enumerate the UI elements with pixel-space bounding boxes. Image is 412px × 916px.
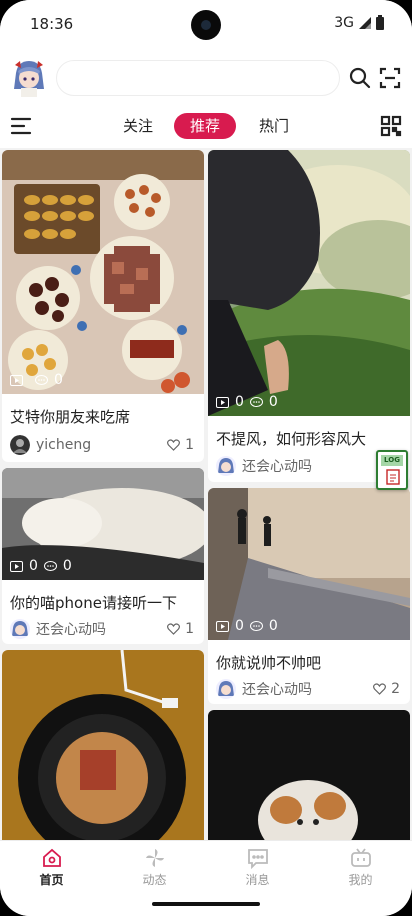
play-count: 0 xyxy=(29,558,38,574)
author-avatar xyxy=(216,456,236,476)
comment-count: 0 xyxy=(54,372,63,388)
front-camera xyxy=(191,10,221,40)
video-author[interactable]: 还会心动吗 xyxy=(216,679,312,699)
video-thumbnail[interactable]: 0 xyxy=(2,150,204,394)
feast-image xyxy=(2,150,204,394)
like-count: 1 xyxy=(185,621,194,637)
pinwheel-icon xyxy=(145,849,164,867)
home-icon xyxy=(42,848,61,867)
tab-follow[interactable]: 关注 xyxy=(116,113,160,139)
video-title[interactable]: 你就说帅不帅吧 xyxy=(216,652,321,673)
video-card[interactable] xyxy=(2,650,204,840)
like-count-area[interactable]: 1 xyxy=(167,437,194,453)
like-count: 2 xyxy=(391,681,400,697)
video-stats: 0 xyxy=(10,372,63,388)
top-header xyxy=(0,52,412,104)
video-thumbnail[interactable]: 0 0 xyxy=(2,468,204,580)
feed-tabs: 关注 推荐 热门 xyxy=(0,104,412,148)
status-time: 18:36 xyxy=(30,15,74,33)
comment-count: 0 xyxy=(62,558,72,574)
app-screen: 18:36 3G 关注 推荐 热门 0 艾特你朋友来吃席 yicheng 1 0… xyxy=(0,0,412,916)
video-title[interactable]: 你的喵phone请接听一下 xyxy=(10,592,177,613)
video-feed[interactable]: 0 艾特你朋友来吃席 yicheng 1 0 0 不提风，如何形容风大 还会心动… xyxy=(0,148,412,840)
author-avatar xyxy=(216,679,236,699)
search-input[interactable] xyxy=(56,60,340,96)
comment-count-icon xyxy=(35,374,48,385)
tab-hot[interactable]: 热门 xyxy=(252,113,296,139)
message-icon xyxy=(247,849,268,869)
video-author[interactable]: 还会心动吗 xyxy=(216,456,312,476)
video-stats: 0 0 xyxy=(10,558,72,574)
tab-recommend[interactable]: 推荐 xyxy=(174,113,236,139)
vinyl-record-image xyxy=(2,650,204,840)
document-icon xyxy=(386,469,400,485)
play-count: 0 xyxy=(235,618,244,634)
nav-profile-label: 我的 xyxy=(348,873,373,887)
video-card[interactable]: 0 0 你的喵phone请接听一下 还会心动吗 1 xyxy=(2,468,204,644)
log-label: LOG xyxy=(381,455,403,466)
network-type: 3G xyxy=(334,15,354,31)
nav-messages-label: 消息 xyxy=(245,873,270,887)
author-name: 还会心动吗 xyxy=(242,682,312,698)
nav-messages[interactable]: 消息 xyxy=(206,847,309,888)
windy-scene-image xyxy=(208,150,410,416)
video-card[interactable] xyxy=(208,710,410,840)
grid-layout-icon[interactable] xyxy=(380,115,402,137)
battery-icon xyxy=(376,14,384,30)
like-count: 1 xyxy=(185,437,194,453)
video-stats: 0 0 xyxy=(216,618,278,634)
like-count-area[interactable]: 1 xyxy=(167,621,194,637)
bottom-navigation: 首页 动态 消息 我的 xyxy=(0,840,412,892)
comment-count-icon xyxy=(43,560,57,571)
status-bar: 18:36 3G xyxy=(0,0,412,52)
scan-icon[interactable] xyxy=(378,66,402,90)
comment-count-icon xyxy=(249,620,263,631)
like-count-area[interactable]: 2 xyxy=(373,681,400,697)
video-stats: 0 0 xyxy=(216,394,278,410)
home-indicator[interactable] xyxy=(152,902,260,906)
author-avatar xyxy=(10,619,30,639)
nav-home-label: 首页 xyxy=(39,873,64,887)
video-thumbnail[interactable]: 0 0 xyxy=(208,488,410,640)
system-icons: 3G xyxy=(334,14,384,31)
comment-count-icon xyxy=(249,396,263,407)
play-count-icon xyxy=(10,560,23,572)
heart-icon xyxy=(373,683,387,695)
gesture-area xyxy=(0,892,412,916)
play-count-icon xyxy=(216,620,229,632)
search-icon[interactable] xyxy=(348,66,372,90)
video-author[interactable]: yicheng xyxy=(10,435,91,455)
video-card[interactable]: 0 0 不提风，如何形容风大 还会心动吗 xyxy=(208,150,410,482)
author-name: yicheng xyxy=(36,437,92,453)
video-thumbnail[interactable] xyxy=(2,650,204,840)
video-thumbnail[interactable]: 0 0 xyxy=(208,150,410,416)
video-author[interactable]: 还会心动吗 xyxy=(10,619,106,639)
video-title[interactable]: 不提风，如何形容风大 xyxy=(216,428,366,449)
video-card[interactable]: 0 艾特你朋友来吃席 yicheng 1 xyxy=(2,150,204,462)
menu-icon[interactable] xyxy=(10,115,32,137)
cat-dark-image xyxy=(208,710,410,840)
video-thumbnail[interactable] xyxy=(208,710,410,840)
log-badge[interactable]: LOG xyxy=(376,450,408,490)
play-count: 0 xyxy=(235,394,244,410)
comment-count: 0 xyxy=(268,394,278,410)
video-card[interactable]: 0 0 你就说帅不帅吧 还会心动吗 2 xyxy=(208,488,410,704)
nav-profile[interactable]: 我的 xyxy=(309,847,412,888)
tv-icon xyxy=(350,848,371,867)
signal-icon xyxy=(359,17,371,29)
video-title[interactable]: 艾特你朋友来吃席 xyxy=(10,406,130,427)
author-name: 还会心动吗 xyxy=(242,459,312,475)
nav-home[interactable]: 首页 xyxy=(0,847,103,888)
nav-feed-label: 动态 xyxy=(142,873,167,887)
play-count-icon xyxy=(216,396,229,408)
nav-feed[interactable]: 动态 xyxy=(103,847,206,888)
author-avatar xyxy=(10,435,30,455)
author-name: 还会心动吗 xyxy=(36,622,106,638)
user-avatar[interactable] xyxy=(12,59,46,97)
comment-count: 0 xyxy=(268,618,278,634)
play-count-icon xyxy=(10,374,23,386)
heart-icon xyxy=(167,623,181,635)
heart-icon xyxy=(167,439,181,451)
